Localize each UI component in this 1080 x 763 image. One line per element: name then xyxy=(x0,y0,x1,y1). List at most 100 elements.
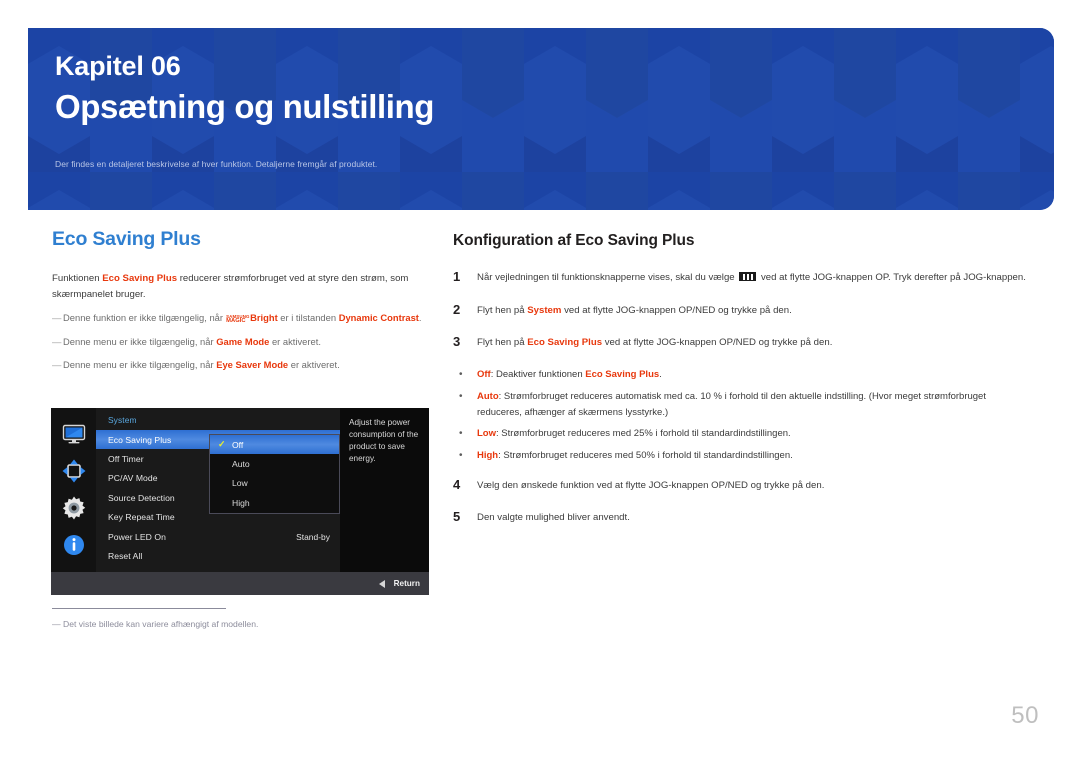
footnote-block: ― Det viste billede kan variere afhængig… xyxy=(52,608,432,631)
osd-row-label: Power LED On xyxy=(108,531,166,542)
step-number: 4 xyxy=(453,476,461,492)
note-mid: er i tilstanden xyxy=(277,312,339,324)
note-pre: Denne menu er ikke tilgængelig, når xyxy=(63,359,217,371)
left-column: Eco Saving Plus Funktionen Eco Saving Pl… xyxy=(52,228,430,373)
osd-submenu-label: Low xyxy=(232,478,248,489)
osd-row-label: PC/AV Mode xyxy=(108,473,158,484)
bullet-text: High: Strømforbruget reduceres med 50% i… xyxy=(477,448,1033,464)
osd-row-value: Stand-by xyxy=(296,531,330,542)
section-heading-konfiguration: Konfiguration af Eco Saving Plus xyxy=(453,232,695,249)
bullet-bold-low: Low xyxy=(477,428,496,440)
osd-submenu-panel: ✓ Off ✓ Auto ✓ Low ✓ High xyxy=(209,434,340,514)
chapter-subtitle: Der findes en detaljeret beskrivelse af … xyxy=(55,158,378,169)
note-pre: Denne funktion er ikke tilgængelig, når xyxy=(63,312,226,324)
magic-wordmark: MAGIC xyxy=(226,318,246,325)
bullet-bold-high: High xyxy=(477,450,499,462)
step-number: 5 xyxy=(453,509,461,525)
step-item-3: 3 Flyt hen på Eco Saving Plus ved at fly… xyxy=(453,334,1033,352)
bullet-text: Auto: Strømforbruget reduceres automatis… xyxy=(477,389,1033,420)
note-body: Denne menu er ikke tilgængelig, når Game… xyxy=(63,335,430,350)
back-arrow-icon[interactable] xyxy=(378,579,385,588)
note-dash: ― xyxy=(52,359,62,371)
osd-submenu-item-auto[interactable]: ✓ Auto xyxy=(210,454,339,473)
bullet-item-auto: • Auto: Strømforbruget reduceres automat… xyxy=(453,389,1033,420)
monitor-icon[interactable] xyxy=(61,421,87,447)
bullet-mid: : Strømforbruget reduceres med 25% i for… xyxy=(496,428,791,440)
note-post: . xyxy=(418,312,422,324)
arrows-move-icon[interactable] xyxy=(61,458,87,484)
osd-footer-bar: Return xyxy=(51,572,429,595)
page-number: 50 xyxy=(1011,702,1039,729)
step-item-1: 1 Når vejledningen til funktionsknappern… xyxy=(453,269,1033,287)
document-page: Kapitel 06 Opsætning og nulstilling Der … xyxy=(0,0,1080,763)
note-pre: Denne menu er ikke tilgængelig, når xyxy=(63,335,217,347)
step-item-2: 2 Flyt hen på System ved at flytte JOG-k… xyxy=(453,302,1033,320)
osd-menu-title: System xyxy=(108,415,137,425)
step-number: 1 xyxy=(453,269,461,284)
osd-submenu-item-off[interactable]: ✓ Off xyxy=(210,435,339,455)
step-bold-eco-saving-plus: Eco Saving Plus xyxy=(527,337,603,349)
note-body: Denne menu er ikke tilgængelig, når Eye … xyxy=(63,358,430,373)
note-item: ― Denne menu er ikke tilgængelig, når Ey… xyxy=(52,358,430,373)
step-bold-system: System xyxy=(527,304,562,316)
note-dash: ― xyxy=(52,335,62,347)
bullet-post: . xyxy=(659,369,662,381)
osd-row-label: Source Detection xyxy=(108,492,175,503)
bullet-item-off: • Off: Deaktiver funktionen Eco Saving P… xyxy=(453,367,1033,383)
bullet-item-high: • High: Strømforbruget reduceres med 50%… xyxy=(453,448,1033,464)
step-text: Vælg den ønskede funktion ved at flytte … xyxy=(477,479,825,491)
note-item: ― Denne funktion er ikke tilgængelig, nå… xyxy=(52,311,430,326)
bullet-mid: : Strømforbruget reduceres automatisk me… xyxy=(477,391,986,418)
step-text: Flyt hen på Eco Saving Plus ved at flytt… xyxy=(477,334,1033,352)
intro-bold-term: Eco Saving Plus xyxy=(102,273,178,284)
osd-submenu-item-low[interactable]: ✓ Low xyxy=(210,474,339,493)
step-post: ved at flytte JOG-knappen OP. Tryk deref… xyxy=(758,272,1026,283)
samsung-magic-logo: SAMSUNG MAGIC xyxy=(226,315,250,325)
bullet-item-low: • Low: Strømforbruget reduceres med 25% … xyxy=(453,426,1033,442)
bullet-text: Off: Deaktiver funktionen Eco Saving Plu… xyxy=(477,367,1033,383)
note-bold-eye-saver-mode: Eye Saver Mode xyxy=(216,359,289,371)
note-bold-bright: Bright xyxy=(250,312,278,324)
osd-row-power-led-on[interactable]: Power LED On Stand-by xyxy=(96,527,340,546)
bullet-mid: : Strømforbruget reduceres med 50% i for… xyxy=(498,450,793,462)
note-post: er aktiveret. xyxy=(269,335,321,347)
bullet-bold-off: Off xyxy=(477,369,491,381)
checkmark-icon-placeholder: ✓ xyxy=(218,460,230,469)
note-bold-game-mode: Game Mode xyxy=(216,335,270,347)
osd-submenu-label: Off xyxy=(232,439,244,450)
step-pre: Flyt hen på xyxy=(477,304,528,316)
note-body: Denne funktion er ikke tilgængelig, når … xyxy=(63,311,430,326)
checkmark-icon-placeholder: ✓ xyxy=(218,479,230,488)
osd-submenu-item-high[interactable]: ✓ High xyxy=(210,493,339,512)
info-icon[interactable] xyxy=(61,532,87,558)
step-post: ved at flytte JOG-knappen OP/NED og tryk… xyxy=(561,304,792,316)
step-pre: Når vejledningen til funktionsknapperne … xyxy=(477,272,738,283)
note-bold-dynamic-contrast: Dynamic Contrast xyxy=(338,312,419,324)
step-pre: Flyt hen på xyxy=(477,337,528,349)
intro-paragraph: Funktionen Eco Saving Plus reducerer str… xyxy=(52,271,430,302)
osd-return-label[interactable]: Return xyxy=(394,579,420,588)
bullet-bold-auto: Auto xyxy=(477,391,499,403)
footnote-divider xyxy=(52,608,226,609)
step-item-4: 4 Vælg den ønskede funktion ved at flytt… xyxy=(453,477,1033,495)
bullet-mid: : Deaktiver funktionen xyxy=(490,369,586,381)
step-text: Flyt hen på System ved at flytte JOG-kna… xyxy=(477,302,1033,320)
section-heading-eco-saving-plus: Eco Saving Plus xyxy=(52,228,201,250)
intro-prefix: Funktionen xyxy=(52,273,103,284)
step-post: ved at flytte JOG-knappen OP/NED og tryk… xyxy=(602,337,833,349)
bullet-text: Low: Strømforbruget reduceres med 25% i … xyxy=(477,426,1033,442)
page-title: Opsætning og nulstilling xyxy=(55,87,435,125)
osd-help-text: Adjust the power consumption of the prod… xyxy=(340,408,429,572)
option-bullet-list: • Off: Deaktiver funktionen Eco Saving P… xyxy=(453,367,1033,464)
osd-row-label: Eco Saving Plus xyxy=(108,434,172,445)
step-number: 3 xyxy=(453,334,461,350)
osd-row-reset-all[interactable]: Reset All xyxy=(96,546,340,565)
bullet-marker: • xyxy=(459,428,463,440)
note-post: er aktiveret. xyxy=(288,359,340,371)
step-number: 2 xyxy=(453,301,461,317)
note-dash: ― xyxy=(52,312,62,324)
osd-row-label: Key Repeat Time xyxy=(108,512,175,523)
step-item-5: 5 Den valgte mulighed bliver anvendt. xyxy=(453,509,1033,527)
gear-icon[interactable] xyxy=(61,495,87,521)
osd-submenu-label: High xyxy=(232,497,250,508)
